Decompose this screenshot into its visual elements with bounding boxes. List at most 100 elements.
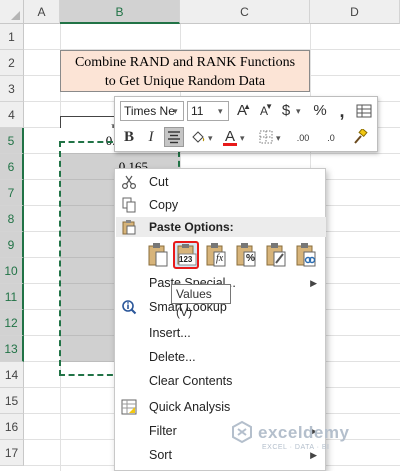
clipboard-brush-icon: [266, 243, 286, 267]
select-all-corner[interactable]: [0, 0, 24, 24]
paste-formatting-button[interactable]: %: [233, 241, 259, 269]
paste-values-button[interactable]: 123: [173, 241, 199, 269]
menu-item-label: Clear Contents: [149, 374, 233, 388]
row-header[interactable]: 9: [0, 232, 24, 258]
menu-item-label: Sort: [149, 448, 172, 462]
chevron-down-icon[interactable]: ▾: [240, 133, 245, 144]
table-format-icon: [356, 104, 372, 118]
row-header[interactable]: 7: [0, 180, 24, 206]
paste-link-button[interactable]: [293, 241, 319, 269]
comma-style-button[interactable]: ,: [333, 101, 351, 121]
paste-format-painter-button[interactable]: [263, 241, 289, 269]
currency-icon: $: [281, 102, 291, 119]
decrease-decimal-button[interactable]: .0: [319, 127, 343, 147]
font-size-value: 11: [191, 104, 204, 118]
row-header[interactable]: 6: [0, 154, 24, 180]
row-header[interactable]: 17: [0, 440, 24, 466]
grow-font-button[interactable]: A ▲: [233, 101, 251, 121]
increase-decimal-icon: .00: [296, 133, 310, 143]
row-header[interactable]: 12: [0, 310, 24, 336]
format-painter-icon: [354, 127, 368, 144]
row-header[interactable]: 2: [0, 50, 24, 76]
menu-item-copy[interactable]: Copy: [115, 194, 325, 216]
font-color-button[interactable]: A: [221, 127, 239, 147]
borders-button[interactable]: [257, 127, 275, 147]
chevron-down-icon[interactable]: ▾: [218, 106, 223, 117]
row-header[interactable]: 4: [0, 102, 24, 128]
decrease-decimal-icon: .0: [327, 133, 335, 143]
menu-item-label: Copy: [149, 198, 179, 212]
row-header[interactable]: 15: [0, 388, 24, 414]
title-line-1: Combine RAND and RANK Functions: [74, 55, 296, 70]
chevron-down-icon[interactable]: ▾: [276, 133, 281, 144]
borders-icon: [259, 130, 273, 144]
format-painter-button[interactable]: [351, 127, 369, 147]
formatting-badge: %: [246, 253, 255, 264]
menu-item-label: Delete...: [149, 350, 196, 364]
column-header-a[interactable]: A: [24, 0, 60, 24]
bold-icon: B: [123, 129, 134, 145]
font-color-bar: [223, 143, 237, 146]
clipboard-icon: [122, 220, 136, 235]
percent-style-button[interactable]: %: [311, 101, 329, 121]
smart-lookup-icon: [122, 300, 137, 315]
menu-item-insert[interactable]: Insert...: [115, 322, 325, 344]
menu-item-label: Cut: [149, 175, 169, 189]
menu-item-label: Filter: [149, 424, 177, 438]
row-header[interactable]: 11: [0, 284, 24, 310]
paste-options-header: Paste Options:: [116, 217, 326, 237]
bold-button[interactable]: B: [120, 127, 138, 147]
chevron-down-icon[interactable]: ▾: [208, 133, 213, 144]
currency-format-button[interactable]: $: [277, 101, 295, 121]
row-header[interactable]: 5: [0, 128, 24, 154]
mini-toolbar: Times Ne ▾ 11 ▾ A ▲ A ▼ $ ▾ % , B I ▾ A …: [114, 96, 378, 152]
title-line-2: to Get Unique Random Data: [104, 74, 266, 89]
values-badge: 123: [179, 255, 193, 264]
align-center-button[interactable]: [164, 127, 184, 147]
exceldemy-logo-icon: [232, 420, 252, 444]
row-header[interactable]: 1: [0, 24, 24, 50]
paste-button[interactable]: [145, 241, 171, 269]
comma-icon: ,: [339, 101, 345, 121]
row-header[interactable]: 8: [0, 206, 24, 232]
menu-item-label: Insert...: [149, 326, 191, 340]
chevron-down-icon[interactable]: ▾: [296, 106, 301, 117]
chevron-right-icon: ▶: [310, 278, 317, 288]
watermark-tagline: EXCEL · DATA · BI: [262, 444, 330, 451]
scissors-icon: [121, 175, 137, 190]
menu-item-label: Quick Analysis: [149, 400, 231, 414]
menu-item-quick-analysis[interactable]: Quick Analysis: [115, 396, 325, 418]
row-header[interactable]: 16: [0, 414, 24, 440]
fill-color-button[interactable]: [189, 127, 207, 147]
chevron-down-icon[interactable]: ▾: [173, 106, 178, 117]
clipboard-paste-icon: [148, 243, 168, 267]
watermark-name: exceldemy: [258, 423, 350, 442]
increase-decimal-button[interactable]: .00: [291, 127, 315, 147]
formulas-badge: fx: [216, 253, 224, 264]
exceldemy-watermark: exceldemy EXCEL · DATA · BI: [230, 420, 349, 451]
clipboard-link-icon: [296, 243, 316, 267]
row-header[interactable]: 13: [0, 336, 24, 362]
column-header-b[interactable]: B: [60, 0, 180, 24]
menu-item-cut[interactable]: Cut: [115, 171, 325, 193]
sheet-title-box[interactable]: Combine RAND and RANK Functions to Get U…: [60, 50, 310, 92]
row-header[interactable]: 10: [0, 258, 24, 284]
italic-button[interactable]: I: [142, 127, 160, 147]
paste-formulas-button[interactable]: fx: [203, 241, 229, 269]
italic-icon: I: [148, 129, 154, 145]
column-header-c[interactable]: C: [180, 0, 310, 24]
row-header[interactable]: 14: [0, 362, 24, 388]
align-center-icon: [168, 131, 180, 144]
row-header[interactable]: 3: [0, 76, 24, 102]
paint-bucket-icon: [192, 131, 205, 143]
column-header-d[interactable]: D: [310, 0, 400, 24]
menu-item-clear-contents[interactable]: Clear Contents: [115, 370, 325, 392]
copy-icon: [122, 197, 136, 213]
font-name-value: Times Ne: [124, 104, 175, 118]
menu-item-delete[interactable]: Delete...: [115, 346, 325, 368]
paste-values-tooltip: Values (V): [171, 284, 231, 319]
percent-icon: %: [313, 102, 327, 119]
shrink-font-button[interactable]: A ▼: [255, 101, 273, 121]
format-table-button[interactable]: [355, 101, 373, 121]
quick-analysis-icon: [121, 399, 137, 415]
